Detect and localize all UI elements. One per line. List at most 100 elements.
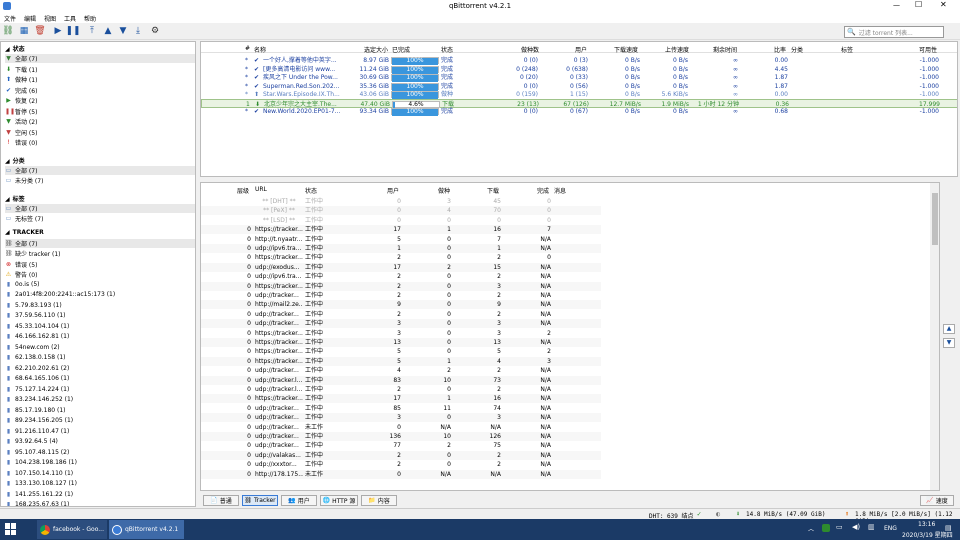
tracker-column-header[interactable]: 状态 xyxy=(305,186,317,195)
tracker-move-down-button[interactable]: ▼ xyxy=(943,338,955,348)
tracker-filter-item[interactable]: ▮ 89.234.156.205 (1) xyxy=(5,417,73,424)
tracker-row[interactable]: 0 udp://tracker... 工作中 85 11 74 N/A xyxy=(201,404,601,413)
tracker-scrollbar[interactable] xyxy=(930,183,939,490)
tracker-filter-item[interactable]: ⛓ 全部 (7) xyxy=(5,238,195,248)
collapse-arrow-icon[interactable]: ◢ xyxy=(5,158,10,165)
tracker-filter-item[interactable]: ▮ 2a01:4f8:200:2241::ac15:173 (1) xyxy=(5,291,115,298)
tracker-filter-item[interactable]: ▮ 46.166.162.81 (1) xyxy=(5,333,69,340)
column-header[interactable]: 剩余时间 xyxy=(713,45,737,54)
tracker-row[interactable]: 0 https://tracker... 工作中 2 0 2 0 xyxy=(201,253,601,262)
tab-content[interactable]: 📁 内容 xyxy=(361,495,397,506)
add-torrent-icon[interactable]: ▦ xyxy=(19,26,29,36)
tag-filter-header[interactable]: ◢ 标签 xyxy=(5,194,25,203)
tracker-row[interactable]: 0 https://tracker... 工作中 2 0 3 N/A xyxy=(201,281,601,291)
tab-peers[interactable]: 👥 用户 xyxy=(281,495,317,506)
tracker-row[interactable]: 0 http://178.175... 未工作 0 N/A N/A N/A xyxy=(201,469,601,479)
status-filter-item[interactable]: ▼ 空闲 (5) xyxy=(5,128,37,137)
move-bottom-icon[interactable]: ⤓ xyxy=(133,26,143,36)
tracker-row[interactable]: ** [LSD] ** 工作中 0 0 0 0 xyxy=(201,216,601,225)
move-top-icon[interactable]: ⤒ xyxy=(87,26,97,36)
column-header[interactable]: 上传速度 xyxy=(665,45,689,54)
tracker-filter-item[interactable]: ▮ 85.17.19.180 (1) xyxy=(5,407,66,414)
scrollbar-thumb[interactable] xyxy=(932,193,938,245)
tray-network-icon[interactable]: ▥ xyxy=(868,523,875,531)
tracker-row[interactable]: 0 https://tracker... 工作中 5 0 5 2 xyxy=(201,347,601,356)
tracker-row[interactable]: 0 udp://ipv6.tra... 工作中 1 0 1 N/A xyxy=(201,244,601,253)
menu-help[interactable]: 帮助 xyxy=(84,14,96,23)
resume-icon[interactable]: ▶ xyxy=(53,26,63,36)
tracker-column-header[interactable]: 层级 xyxy=(237,186,249,195)
speed-limit-icon[interactable]: ◐ xyxy=(716,510,720,518)
tracker-row[interactable]: 0 udp://tracker... 工作中 3 0 3 N/A xyxy=(201,319,601,329)
options-icon[interactable]: ⚙ xyxy=(150,26,160,36)
tracker-filter-item[interactable]: ▮ 54new.com (2) xyxy=(5,344,60,351)
column-header[interactable]: 标签 xyxy=(841,45,853,54)
tracker-column-header[interactable]: 下载 xyxy=(487,186,499,195)
tag-filter-item[interactable]: ▭ 全部 (7) xyxy=(5,203,195,213)
tracker-row[interactable]: 0 udp://tracker... 工作中 3 0 3 N/A xyxy=(201,413,601,423)
column-header[interactable]: 分类 xyxy=(791,45,803,54)
tracker-row[interactable]: ** [PeX] ** 工作中 0 4 70 0 xyxy=(201,206,601,216)
status-filter-item[interactable]: ❚❚ 暂停 (5) xyxy=(5,107,37,116)
move-down-icon[interactable]: ▼ xyxy=(118,26,128,36)
tracker-row[interactable]: 0 https://tracker... 工作中 5 1 4 3 xyxy=(201,356,601,366)
maximize-icon[interactable]: ☐ xyxy=(915,0,922,9)
category-filter-item[interactable]: ▭ 未分类 (7) xyxy=(5,176,44,185)
torrent-row[interactable]: * ✔ New.World.2020.EP01-7... 93.34 GiB 100% 完… xyxy=(201,107,957,116)
column-header[interactable]: 下载速度 xyxy=(614,45,638,54)
tracker-row[interactable]: 0 https://tracker... 工作中 17 1 16 7 xyxy=(201,225,601,235)
pause-icon[interactable]: ❚❚ xyxy=(65,26,80,36)
tab-tracker[interactable]: ⛓ Tracker xyxy=(242,495,278,506)
tracker-filter-item[interactable]: ⊗ 错误 (5) xyxy=(5,260,37,269)
status-filter-item[interactable]: ▶ 恢复 (2) xyxy=(5,96,37,105)
status-filter-item[interactable]: ✔ 完成 (6) xyxy=(5,86,37,95)
speed-button[interactable]: 📈 速度 xyxy=(920,495,954,506)
tracker-column-header[interactable]: 消息 xyxy=(554,186,566,195)
clock-time[interactable]: 13:16 xyxy=(918,521,935,528)
move-up-icon[interactable]: ▲ xyxy=(103,26,113,36)
status-filter-item[interactable]: ! 错误 (0) xyxy=(5,138,37,147)
tracker-row[interactable]: ** [DHT] ** 工作中 0 3 45 0 xyxy=(201,197,601,206)
tracker-row[interactable]: 0 udp://tracker... 工作中 77 2 75 N/A xyxy=(201,441,601,450)
tracker-row[interactable]: 0 http://mail2.ze... 工作中 9 0 9 N/A xyxy=(201,300,601,310)
column-header[interactable]: 做种数 xyxy=(521,45,539,54)
tracker-row[interactable]: 0 udp://tracker... 工作中 4 2 2 N/A xyxy=(201,366,601,375)
delete-icon[interactable]: 🗑 xyxy=(34,26,45,36)
tracker-row[interactable]: 0 https://tracker... 工作中 3 0 3 2 xyxy=(201,329,601,338)
tracker-filter-item[interactable]: ⛓ 缺少 tracker (1) xyxy=(5,249,61,258)
status-filter-item[interactable]: ▼ 全部 (7) xyxy=(5,54,195,63)
column-header[interactable]: 状态 xyxy=(441,45,453,54)
close-icon[interactable]: ✕ xyxy=(940,0,947,9)
menu-tools[interactable]: 工具 xyxy=(64,14,76,23)
tracker-filter-item[interactable]: ▮ 62.138.0.158 (1) xyxy=(5,354,66,361)
column-header[interactable]: 可用性 xyxy=(919,45,937,54)
menu-view[interactable]: 视图 xyxy=(44,14,56,23)
tracker-filter-item[interactable]: ⚠ 警告 (0) xyxy=(5,270,38,279)
tag-filter-item[interactable]: ▭ 无标签 (7) xyxy=(5,214,44,223)
tracker-column-header[interactable]: 用户 xyxy=(387,186,399,195)
status-filter-item[interactable]: ⬇ 下载 (1) xyxy=(5,65,37,74)
tracker-column-header[interactable]: URL xyxy=(255,186,267,193)
search-input[interactable]: 🔍 过滤 torrent 列表... xyxy=(844,26,944,38)
status-filter-item[interactable]: ⬆ 做种 (1) xyxy=(5,75,37,84)
tray-volume-icon[interactable]: ◀) xyxy=(852,523,860,531)
tracker-filter-item[interactable]: ▮ 62.210.202.61 (2) xyxy=(5,365,69,372)
notification-icon[interactable]: ▤ xyxy=(945,524,952,532)
column-header[interactable]: 名称 xyxy=(254,45,266,54)
tracker-row[interactable]: 0 http://t.nyaatr... 工作中 5 0 7 N/A xyxy=(201,235,601,244)
tracker-filter-item[interactable]: ▮ 83.234.146.252 (1) xyxy=(5,396,73,403)
tracker-move-up-button[interactable]: ▲ xyxy=(943,324,955,334)
tab-http-sources[interactable]: 🌐 HTTP 源 xyxy=(320,495,358,506)
status-filter-header[interactable]: ◢ 状态 xyxy=(5,44,25,53)
column-header[interactable]: 已完成 xyxy=(392,45,410,54)
tracker-row[interactable]: 0 https://tracker... 工作中 17 1 16 N/A xyxy=(201,394,601,404)
tab-general[interactable]: 📄 普通 xyxy=(203,495,239,506)
tray-app-icon[interactable] xyxy=(822,524,830,532)
tracker-row[interactable]: 0 udp://tracker... 工作中 136 10 126 N/A xyxy=(201,432,601,441)
tracker-row[interactable]: 0 udp://tracker.l... 工作中 2 0 2 N/A xyxy=(201,385,601,394)
collapse-arrow-icon[interactable]: ◢ xyxy=(5,196,10,203)
collapse-arrow-icon[interactable]: ◢ xyxy=(5,229,10,236)
column-header[interactable]: 比率 xyxy=(774,45,786,54)
taskbar-item-qbittorrent[interactable]: qBittorrent v4.2.1 xyxy=(109,520,184,539)
taskbar-item-chrome[interactable]: facebook - Goo... xyxy=(37,520,107,539)
